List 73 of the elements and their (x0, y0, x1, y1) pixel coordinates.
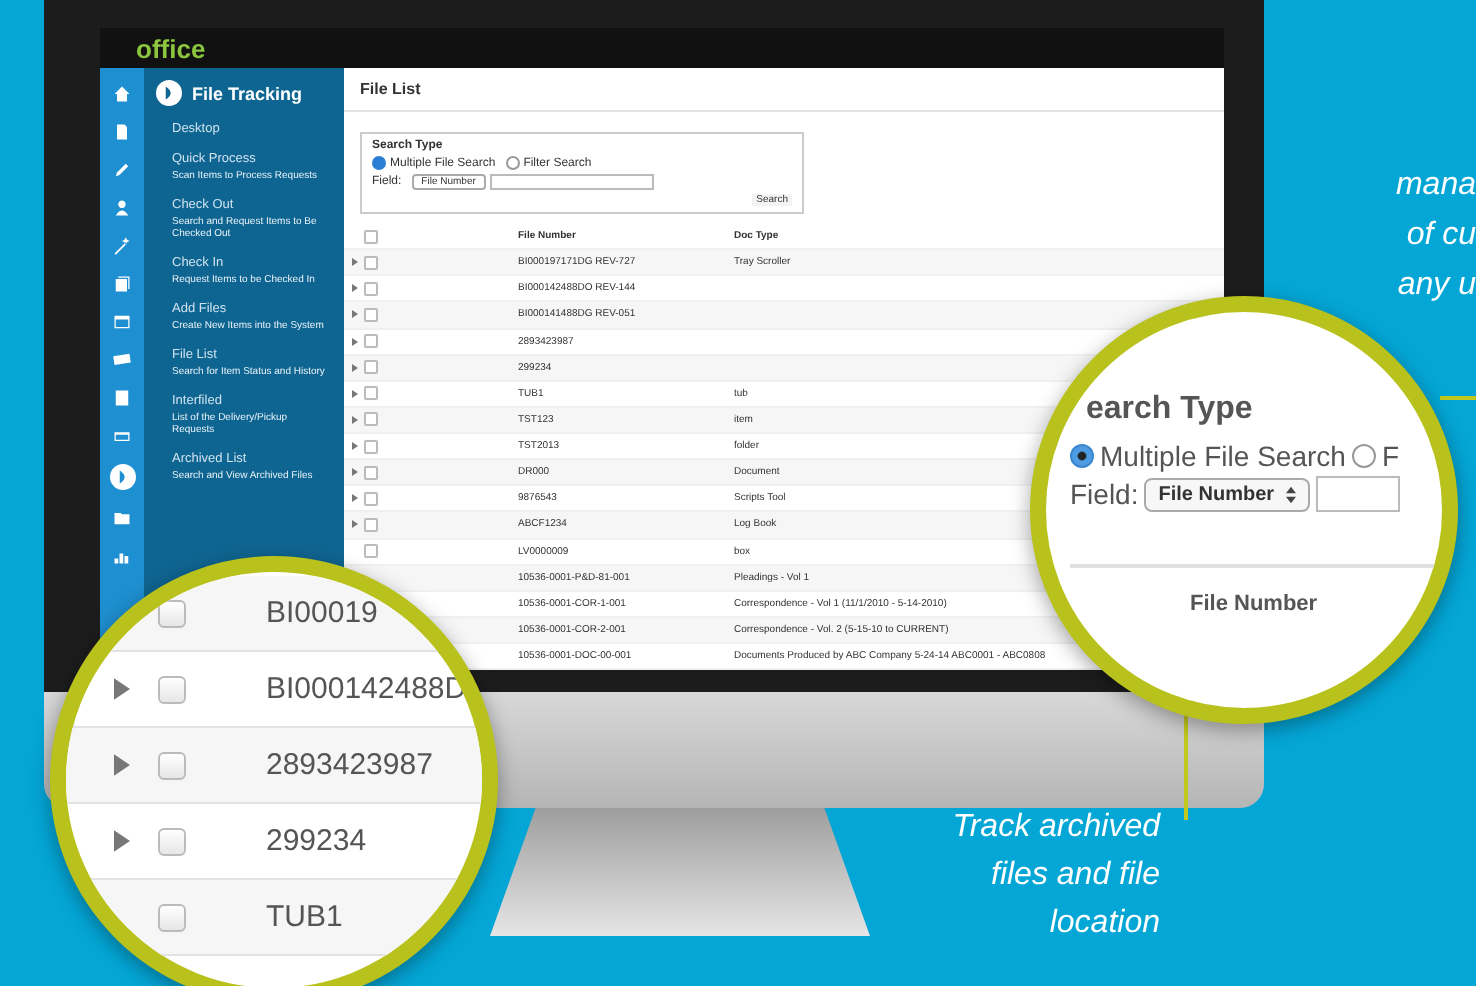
checkbox[interactable] (364, 439, 378, 454)
expand-icon[interactable] (351, 389, 357, 398)
logo: office (136, 33, 206, 63)
checkbox[interactable] (158, 751, 186, 779)
table-cell: 299234 (266, 824, 367, 858)
radio-button[interactable] (1351, 444, 1376, 468)
expand-icon[interactable] (351, 284, 357, 293)
expand-icon[interactable] (351, 310, 357, 319)
stack-icon[interactable] (112, 274, 132, 294)
expand-icon[interactable] (351, 415, 357, 424)
checkbox[interactable] (364, 412, 378, 427)
table-cell: BI000142488D (266, 672, 467, 706)
radio-button[interactable] (1070, 444, 1094, 468)
expand-icon[interactable] (351, 468, 357, 477)
column-header: File Number (1190, 592, 1318, 616)
leader-line (1440, 396, 1476, 400)
radio-label: F (1381, 440, 1399, 472)
table-cell: BI00019 (266, 596, 378, 630)
search-input[interactable] (1316, 476, 1401, 512)
notepad-icon[interactable] (112, 388, 132, 408)
expand-icon[interactable] (351, 258, 357, 267)
document-icon[interactable] (112, 122, 132, 142)
checkbox[interactable] (364, 517, 378, 532)
window-icon[interactable] (112, 312, 132, 332)
expand-icon[interactable] (351, 363, 357, 372)
page-title: File List (344, 68, 1224, 112)
ticket-icon[interactable] (112, 350, 132, 370)
checkbox[interactable] (364, 281, 378, 296)
expand-icon[interactable] (114, 678, 130, 700)
radio-label: Multiple File Search (1100, 440, 1346, 472)
checkbox[interactable] (158, 599, 186, 627)
expand-icon[interactable] (351, 520, 357, 529)
checkbox[interactable] (364, 229, 378, 244)
caption-line: Track archived (952, 808, 1160, 848)
house-icon[interactable] (112, 84, 132, 104)
checkbox[interactable] (158, 903, 186, 931)
table-cell: 2893423987 (266, 748, 433, 782)
checkbox[interactable] (364, 360, 378, 375)
folder-icon[interactable] (112, 508, 132, 528)
panel-legend: earch Type (1086, 392, 1253, 428)
checkbox[interactable] (364, 491, 378, 506)
field-label: Field: (1070, 478, 1139, 510)
checkbox[interactable] (364, 465, 378, 480)
caption-line: of cu (1406, 216, 1476, 256)
sidebar-title: File Tracking (192, 83, 303, 103)
expand-icon[interactable] (351, 442, 357, 451)
checkbox[interactable] (158, 675, 186, 703)
checkbox[interactable] (158, 827, 186, 855)
caption-line: any u (1397, 266, 1476, 306)
checkbox[interactable] (364, 544, 378, 559)
search-input[interactable] (489, 174, 654, 190)
caption-line: location (1049, 904, 1160, 944)
tray-icon[interactable] (112, 426, 132, 446)
checkbox[interactable] (364, 255, 378, 270)
circle-logo-icon[interactable] (109, 464, 135, 490)
checkbox[interactable] (364, 307, 378, 322)
pencil-icon[interactable] (112, 160, 132, 180)
expand-icon[interactable] (114, 830, 130, 852)
checkbox[interactable] (364, 386, 378, 401)
caption-line: mana (1395, 166, 1476, 206)
radio-button[interactable] (505, 156, 520, 170)
wand-icon[interactable] (112, 236, 132, 256)
expand-icon[interactable] (114, 754, 130, 776)
radio-button[interactable] (372, 156, 386, 170)
checkbox[interactable] (364, 334, 378, 349)
expand-icon[interactable] (351, 494, 357, 503)
table-cell: TUB1 (266, 900, 343, 934)
person-icon[interactable] (112, 198, 132, 218)
updown-icon (1286, 485, 1297, 503)
circle-logo-icon (156, 80, 182, 106)
field-dropdown[interactable]: File Number (1144, 477, 1311, 511)
caption-line: files and file (991, 856, 1160, 896)
expand-icon[interactable] (351, 337, 357, 346)
